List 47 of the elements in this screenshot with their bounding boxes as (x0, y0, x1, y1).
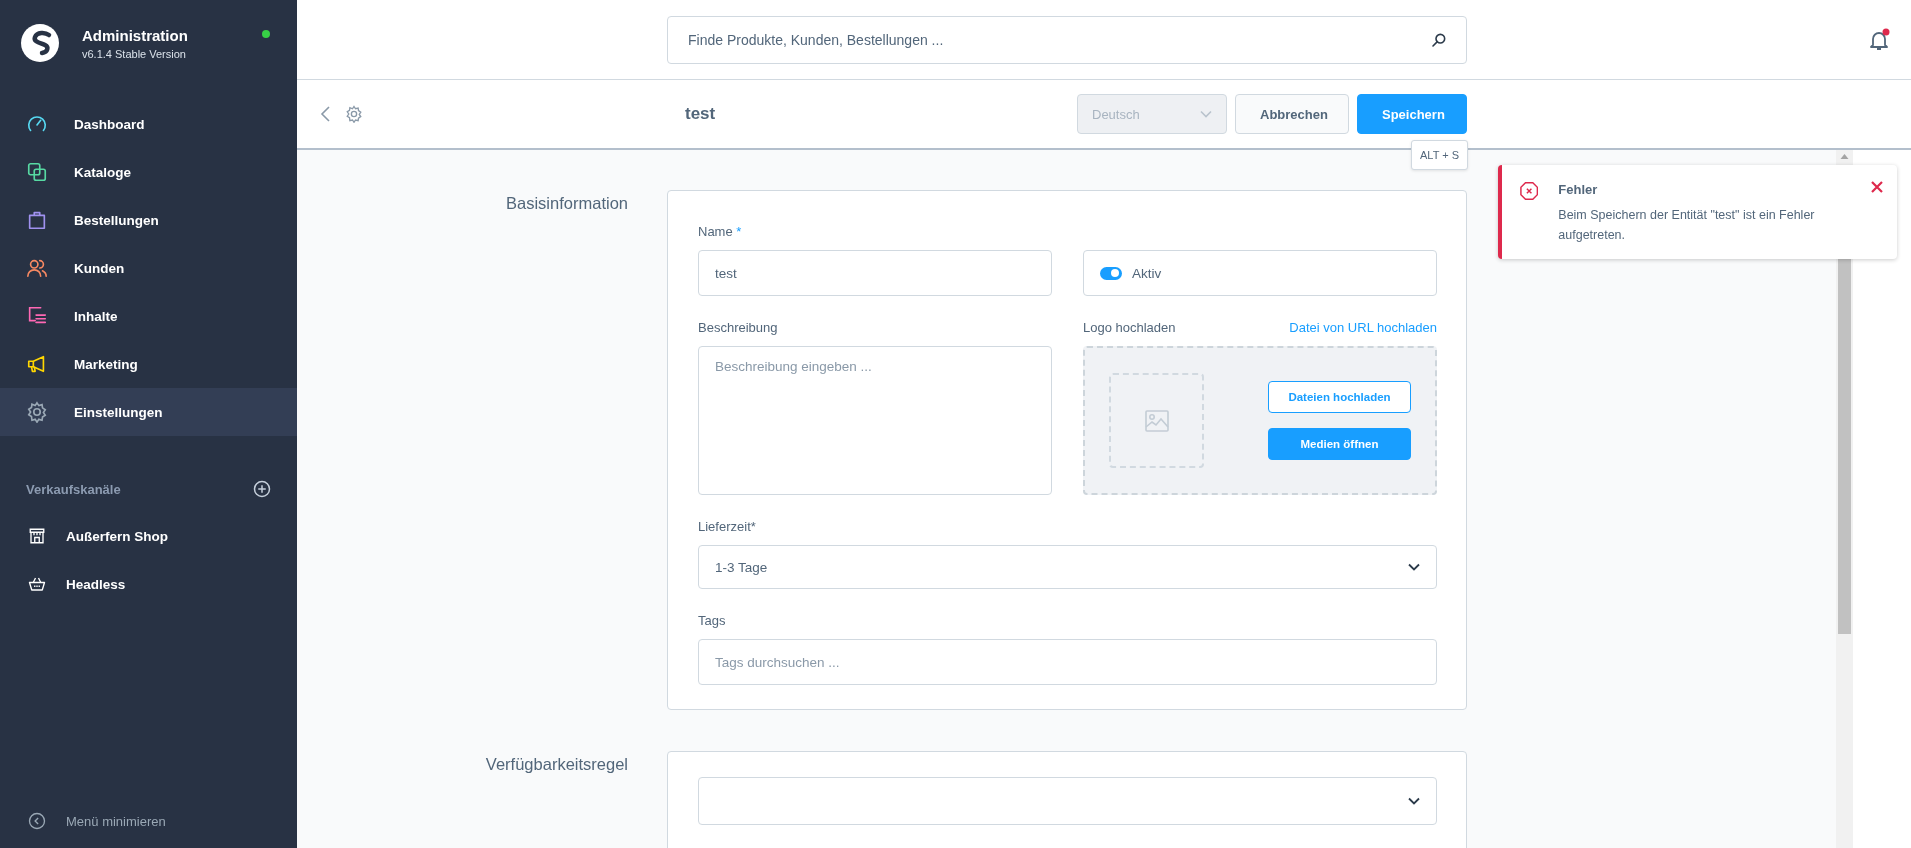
notification-title: Fehler (1558, 182, 1599, 197)
sales-channel-item[interactable]: Headless (0, 560, 297, 608)
image-icon (1144, 409, 1169, 432)
name-input[interactable]: test (698, 250, 1052, 296)
nav-item[interactable]: Bestellungen (0, 196, 297, 244)
sales-channel-item[interactable]: Außerfern Shop (0, 512, 297, 560)
tags-input[interactable]: Tags durchsuchen ... (698, 639, 1437, 685)
search-field[interactable]: Finde Produkte, Kunden, Bestellungen ... (667, 15, 1467, 64)
chevron-down-icon (1200, 110, 1212, 118)
toggle-switch[interactable] (1100, 266, 1122, 280)
section-heading: Verkaufskanäle (26, 481, 121, 497)
notification-message: Beim Speichern der Entität "test" ist ein Fehler aufgetreten. (1558, 207, 1816, 244)
field-label: Lieferzeit* (698, 518, 756, 534)
nav-item[interactable]: Dashboard (0, 100, 297, 148)
nav-item[interactable]: Marketing (0, 340, 297, 388)
collapse-menu-link[interactable]: Menü minimieren (66, 813, 166, 829)
logo-icon (20, 23, 60, 63)
description-textarea[interactable]: Beschreibung eingeben ... (699, 347, 1051, 494)
field-label: Name * (698, 223, 742, 239)
section-title: Verfügbarkeitsregel (484, 754, 628, 775)
field-label: Logo hochladen (1083, 319, 1176, 335)
toggle-label: Aktiv (1132, 265, 1162, 281)
field-label: Beschreibung (698, 319, 778, 335)
basket-icon (28, 575, 46, 593)
nav-item[interactable]: Kataloge (0, 148, 297, 196)
nav-item[interactable]: Kunden (0, 244, 297, 292)
app-title: Administration (82, 26, 188, 44)
nav-item[interactable]: Inhalte (0, 292, 297, 340)
page-title: test (684, 104, 716, 124)
nav-item[interactable]: Einstellungen (0, 388, 297, 436)
back-icon[interactable] (319, 104, 333, 124)
settings-icon[interactable] (345, 105, 363, 123)
search-icon[interactable] (1431, 31, 1447, 48)
shortcut-tooltip: ALT + S (1411, 140, 1469, 170)
error-icon (1520, 181, 1539, 201)
cancel-button[interactable]: Abbrechen (1235, 94, 1349, 134)
chevron-down-icon (1408, 563, 1420, 571)
close-icon[interactable] (1871, 181, 1883, 193)
version-label: v6.1.4 Stable Version (82, 47, 187, 60)
notification-bell-icon[interactable] (1867, 27, 1891, 52)
delivery-time-select[interactable]: 1-3 Tage (698, 545, 1437, 589)
collapse-icon[interactable] (28, 812, 46, 830)
section-title: Basisinformation (505, 193, 628, 214)
field-label: Tags (698, 612, 726, 628)
add-icon[interactable] (253, 480, 271, 498)
storefront-icon (28, 527, 46, 545)
chevron-down-icon (1408, 797, 1420, 805)
